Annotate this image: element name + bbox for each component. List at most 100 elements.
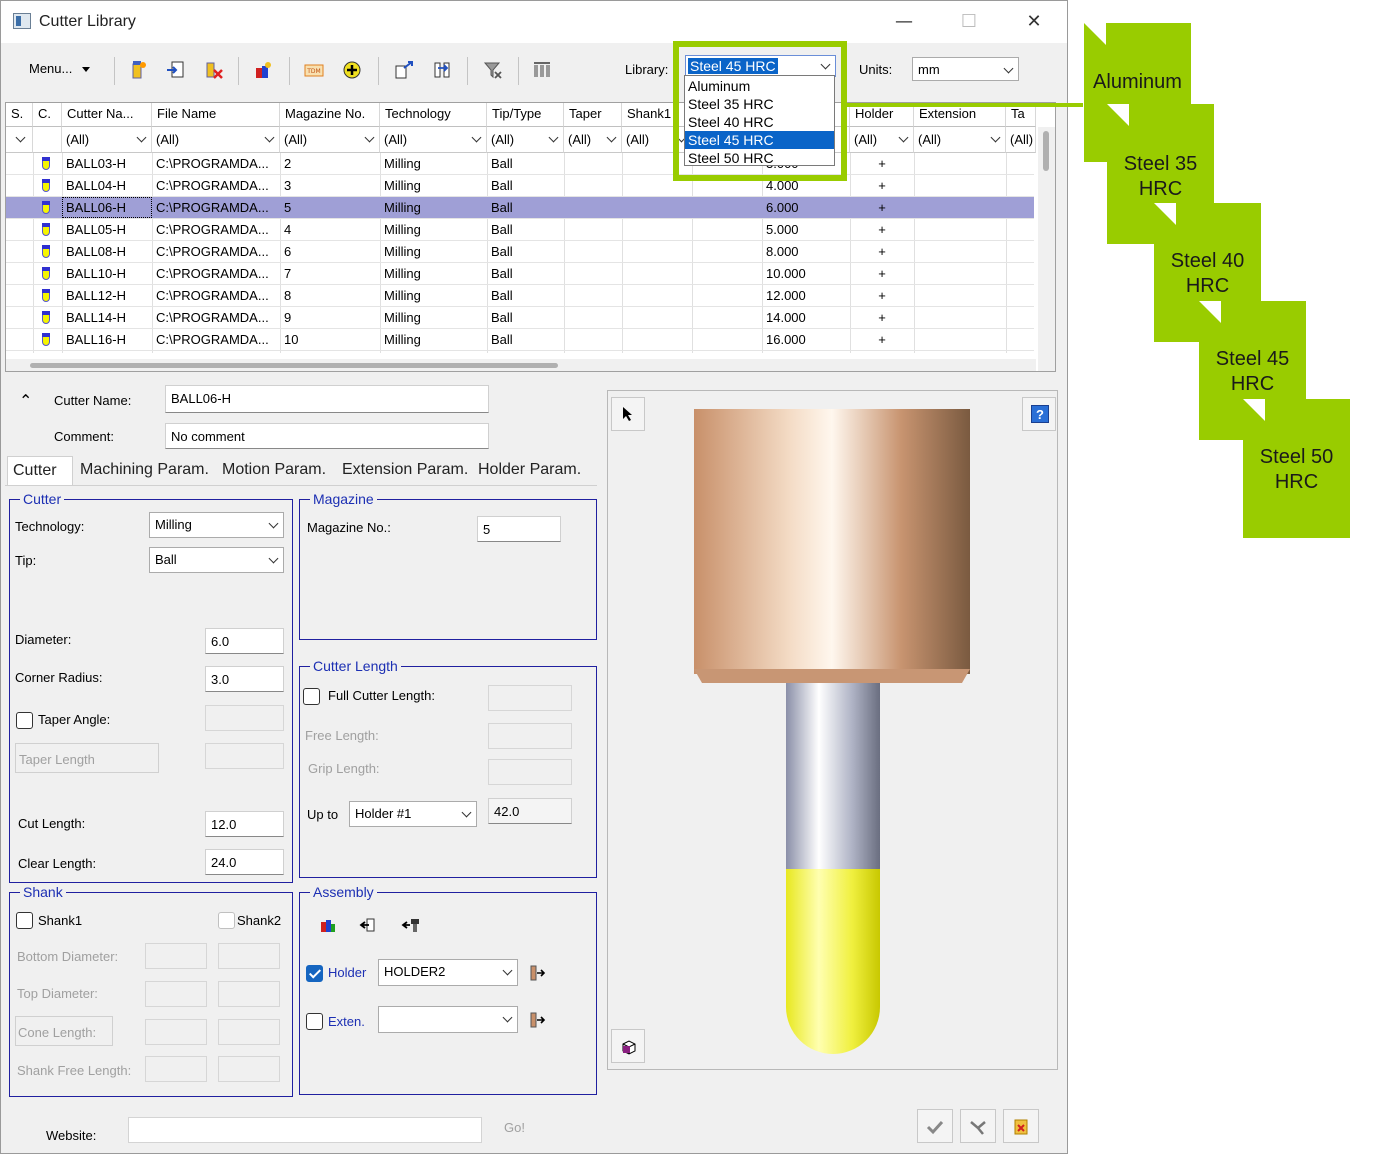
column-header[interactable]: Taper <box>564 103 622 127</box>
table-row[interactable]: BALL10-H C:\PROGRAMDA... 7 Milling Ball 10.00… <box>6 263 1034 285</box>
cone-length-button[interactable]: Cone Length: <box>15 1016 113 1046</box>
column-filter[interactable]: (All) <box>152 127 280 153</box>
column-header[interactable]: Tip/Type <box>487 103 564 127</box>
transfer-button[interactable] <box>429 57 455 83</box>
column-filter[interactable]: (All) <box>850 127 914 153</box>
table-row[interactable]: BALL06-H C:\PROGRAMDA... 5 Milling Ball 6.000… <box>6 197 1034 219</box>
holder-checkbox[interactable] <box>306 965 323 982</box>
help-button[interactable]: ? <box>1022 397 1056 431</box>
assembly-attach-icon[interactable] <box>359 916 377 934</box>
exit-button[interactable] <box>1003 1109 1039 1143</box>
cone-length-input-1[interactable] <box>145 1019 207 1045</box>
free-length-input[interactable] <box>488 723 572 749</box>
up-to-select[interactable]: Holder #1 <box>349 801 477 827</box>
corner-radius-input[interactable]: 3.0 <box>205 666 284 692</box>
column-filter[interactable]: (All) <box>487 127 564 153</box>
extension-select[interactable] <box>378 1006 518 1033</box>
table-row[interactable]: BALL03-HC:\PROGRAMDA...2MillingBall3.000… <box>6 153 1034 175</box>
column-filter[interactable]: (All) <box>280 127 380 153</box>
column-header[interactable]: Technology <box>380 103 487 127</box>
assembly-color-icon[interactable] <box>319 916 337 934</box>
shank-free-length-input-1[interactable] <box>145 1056 207 1082</box>
clear-filter-button[interactable] <box>480 57 506 83</box>
close-button[interactable]: ✕ <box>1011 7 1057 37</box>
column-header[interactable]: File Name <box>152 103 280 127</box>
view-cube-button[interactable] <box>611 1029 645 1063</box>
table-row[interactable]: BALL04-H C:\PROGRAMDA... 3 Milling Ball 4.000… <box>6 175 1034 197</box>
bottom-diameter-input-1[interactable] <box>145 943 207 969</box>
go-button[interactable]: Go! <box>504 1120 525 1135</box>
cut-length-input[interactable]: 12.0 <box>205 811 284 837</box>
column-filter[interactable]: (All) <box>62 127 152 153</box>
new-cutter-button[interactable] <box>125 57 151 83</box>
units-select[interactable]: mm <box>912 57 1019 81</box>
tab-machining-param[interactable]: Machining Param. <box>75 456 214 486</box>
import-cutter-button[interactable] <box>163 57 189 83</box>
bottom-diameter-input-2[interactable] <box>218 943 280 969</box>
horizontal-scrollbar[interactable] <box>6 359 1036 371</box>
column-header[interactable]: S. <box>6 103 33 127</box>
tab-extension-param[interactable]: Extension Param. <box>337 456 473 486</box>
select-pointer-button[interactable] <box>611 397 645 431</box>
shank1-checkbox[interactable] <box>16 912 33 929</box>
magazine-no-input[interactable]: 5 <box>477 516 561 542</box>
column-header[interactable]: Cutter Na... <box>62 103 152 127</box>
full-cutter-length-input[interactable] <box>488 685 572 711</box>
holder-attach-icon[interactable] <box>528 964 546 982</box>
comment-input[interactable]: No comment <box>165 423 489 449</box>
top-diameter-input-1[interactable] <box>145 981 207 1007</box>
top-diameter-input-2[interactable] <box>218 981 280 1007</box>
extension-checkbox[interactable] <box>306 1013 323 1030</box>
column-filter[interactable] <box>6 127 33 153</box>
minimize-button[interactable]: — <box>881 7 927 37</box>
vertical-scrollbar[interactable] <box>1038 127 1055 371</box>
tdm-button[interactable]: TDM <box>301 57 327 83</box>
taper-angle-input[interactable] <box>205 705 284 731</box>
maximize-button[interactable]: ☐ <box>946 7 992 37</box>
menu-button[interactable]: Menu... <box>29 61 91 76</box>
clear-length-input[interactable]: 24.0 <box>205 849 284 875</box>
column-filter[interactable]: (All) <box>914 127 1006 153</box>
column-filter[interactable]: (All) <box>1006 127 1036 153</box>
ok-button[interactable] <box>917 1109 953 1143</box>
scrollbar-thumb[interactable] <box>30 363 558 368</box>
tab-motion-param[interactable]: Motion Param. <box>217 456 331 486</box>
column-header[interactable]: Magazine No. <box>280 103 380 127</box>
columns-button[interactable] <box>529 57 555 83</box>
table-row[interactable]: BALL16-H C:\PROGRAMDA... 10 Milling Ball 16.0… <box>6 329 1034 351</box>
shank-free-length-input-2[interactable] <box>218 1056 280 1082</box>
website-input[interactable] <box>128 1117 482 1143</box>
table-row[interactable]: BALL12-H C:\PROGRAMDA... 8 Milling Ball 12.00… <box>6 285 1034 307</box>
cutter-name-input[interactable]: BALL06-H <box>165 385 489 413</box>
table-row[interactable]: BALL05-H C:\PROGRAMDA... 4 Milling Ball 5.000… <box>6 219 1034 241</box>
color-button[interactable] <box>250 57 276 83</box>
scrollbar-thumb[interactable] <box>1043 131 1049 171</box>
add-button[interactable] <box>339 57 365 83</box>
tip-select[interactable]: Ball <box>149 547 284 573</box>
apply-button[interactable] <box>960 1109 996 1143</box>
grip-length-input[interactable] <box>488 759 572 785</box>
column-filter[interactable] <box>33 127 62 153</box>
column-header[interactable]: C. <box>33 103 62 127</box>
shank2-checkbox[interactable] <box>218 912 235 929</box>
tab-holder-param[interactable]: Holder Param. <box>473 456 586 486</box>
up-to-length-input[interactable]: 42.0 <box>488 798 572 824</box>
holder-select[interactable]: HOLDER2 <box>378 959 518 986</box>
delete-cutter-button[interactable] <box>201 57 227 83</box>
taper-length-input[interactable] <box>205 743 284 769</box>
column-filter[interactable]: (All) <box>380 127 487 153</box>
technology-select[interactable]: Milling <box>149 512 284 538</box>
tab-cutter[interactable]: Cutter <box>7 456 73 486</box>
assembly-holder-icon[interactable] <box>401 916 421 934</box>
diameter-input[interactable]: 6.0 <box>205 628 284 654</box>
export-button[interactable] <box>391 57 417 83</box>
column-filter[interactable]: (All) <box>564 127 622 153</box>
table-row[interactable]: BALL14-H C:\PROGRAMDA... 9 Milling Ball 14.00… <box>6 307 1034 329</box>
table-row[interactable]: BALL08-H C:\PROGRAMDA... 6 Milling Ball 8.000… <box>6 241 1034 263</box>
collapse-details-button[interactable]: ⌃ <box>19 391 32 410</box>
taper-angle-checkbox[interactable] <box>16 712 33 729</box>
extension-attach-icon[interactable] <box>528 1011 546 1029</box>
full-cutter-length-checkbox[interactable] <box>303 688 320 705</box>
taper-length-button[interactable]: Taper Length <box>15 743 159 773</box>
cone-length-input-2[interactable] <box>218 1019 280 1045</box>
